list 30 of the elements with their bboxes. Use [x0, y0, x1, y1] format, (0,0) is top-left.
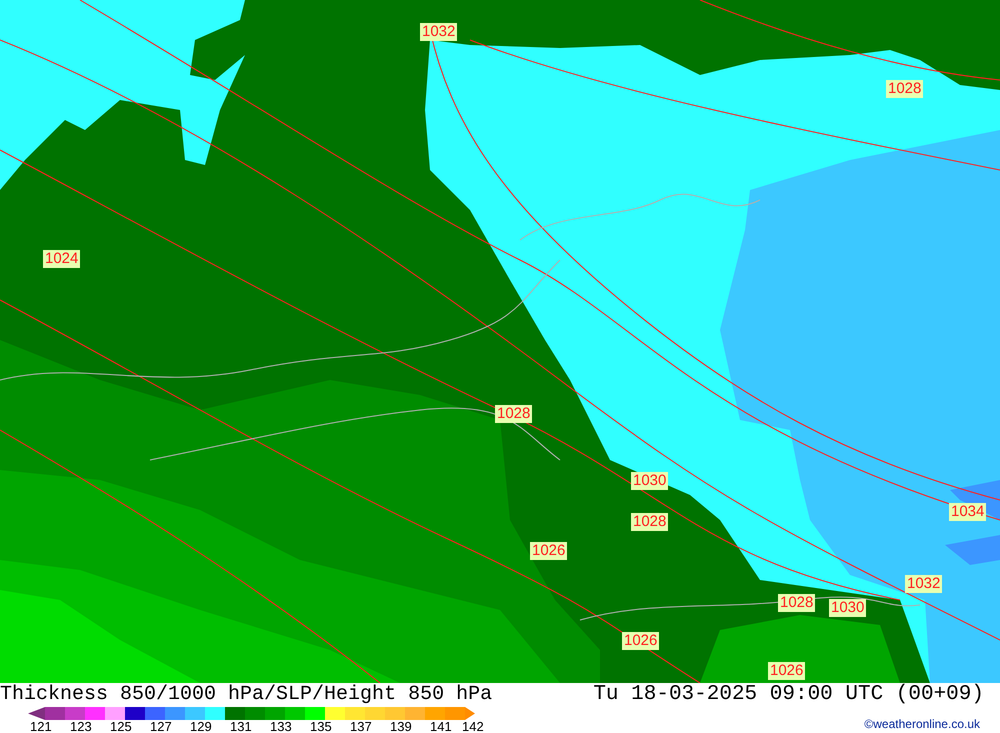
isobar-label: 1024: [43, 250, 80, 268]
isobar-label: 1026: [622, 632, 660, 650]
legend-label: 139: [390, 720, 412, 733]
isobar-label: 1034: [949, 503, 986, 521]
valid-time: Tu 18-03-2025 09:00 UTC (00+09): [593, 684, 984, 706]
legend-label: 133: [270, 720, 292, 733]
isobar-label: 1032: [905, 575, 942, 593]
chart-title: Thickness 850/1000 hPa/SLP/Height 850 hPa: [0, 684, 492, 706]
legend-label: 131: [230, 720, 252, 733]
legend-label: 123: [70, 720, 92, 733]
legend-label: 141: [430, 720, 452, 733]
legend-label: 142: [462, 720, 484, 733]
legend-label: 129: [190, 720, 212, 733]
isobar-label: 1028: [886, 80, 924, 98]
legend-label: 127: [150, 720, 172, 733]
isobar-label: 1028: [778, 594, 816, 612]
isobar-label: 1028: [495, 405, 532, 423]
low-end-arrow-icon: [28, 707, 45, 720]
isobar-label: 1032: [420, 23, 458, 41]
high-end-arrow-icon: [465, 707, 475, 720]
isobar-label: 1030: [631, 472, 668, 490]
legend-label: 125: [110, 720, 132, 733]
isobar-label: 1028: [631, 513, 668, 531]
copyright-credit: ©weatheronline.co.uk: [864, 717, 980, 731]
legend-label: 121: [30, 720, 52, 733]
isobar-label: 1030: [829, 599, 866, 617]
legend-label: 137: [350, 720, 372, 733]
isobar-label: 1026: [768, 662, 806, 680]
legend-label: 135: [310, 720, 332, 733]
isobar-label: 1026: [530, 542, 568, 560]
